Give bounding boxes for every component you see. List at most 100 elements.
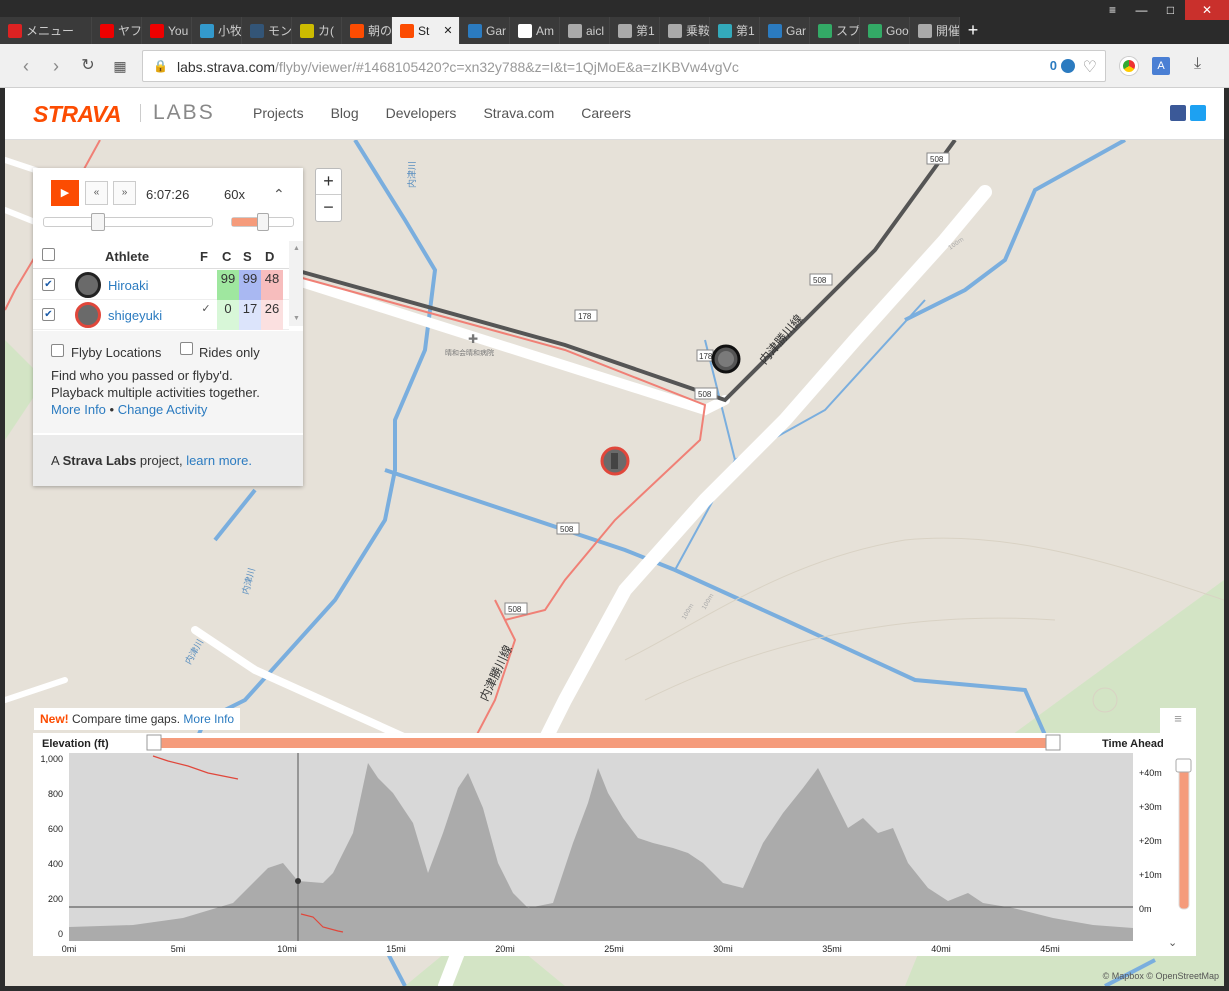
time-ahead-tick-label: +20m [1139, 836, 1162, 846]
forward-icon[interactable]: › [46, 56, 66, 76]
tab-favicon-icon [468, 23, 482, 38]
tab-16[interactable]: Goo [860, 17, 910, 44]
speed-slider-handle[interactable] [256, 213, 269, 231]
tab-7[interactable]: St ✕ [392, 17, 460, 44]
tab-close-icon[interactable]: ✕ [443, 24, 452, 37]
back-icon[interactable]: ‹ [16, 56, 36, 76]
timeline-slider[interactable] [43, 213, 213, 231]
athlete-stat-c: 99 [217, 270, 239, 300]
url-input[interactable]: 🔒 labs.strava.com/flyby/viewer/#14681054… [142, 50, 1106, 82]
new-badge: New! [40, 712, 69, 726]
play-button[interactable]: ▶ [51, 180, 79, 206]
tab-10[interactable]: aicl [560, 17, 610, 44]
nav-strava-com[interactable]: Strava.com [483, 105, 554, 121]
range-handle-right[interactable] [1045, 734, 1061, 751]
table-scrollbar[interactable]: ▲ ▼ [289, 241, 303, 326]
timeline-slider-handle[interactable] [90, 213, 105, 231]
reload-icon[interactable]: ↻ [78, 56, 98, 76]
facebook-icon[interactable] [1170, 105, 1186, 121]
bullet-separator: • [109, 402, 115, 417]
time-ahead-title: Time Ahead [1102, 738, 1164, 750]
athlete-marker-shigeyuki[interactable] [600, 446, 630, 476]
tab-label: 第1 [736, 24, 755, 38]
tab-0[interactable]: メニュー [0, 17, 92, 44]
new-tab-button[interactable]: + [960, 17, 986, 44]
speed-dial-icon[interactable]: ▦ [110, 56, 130, 76]
menu-icon[interactable]: ≡ [1098, 0, 1127, 20]
tab-13[interactable]: 第1 [710, 17, 760, 44]
tab-12[interactable]: 乗鞍 [660, 17, 710, 44]
tab-1[interactable]: ヤフ [92, 17, 142, 44]
road-number-badge: 508 [504, 602, 528, 615]
athlete-flyby-mark [195, 270, 217, 300]
adblock-icon[interactable] [1061, 58, 1075, 73]
athlete-row-1[interactable]: ✔ shigeyuki ✓ 0 17 26 [33, 300, 289, 330]
twitter-icon[interactable] [1190, 105, 1206, 121]
athlete-name[interactable]: Hiroaki [108, 278, 148, 293]
athlete-row-0[interactable]: ✔ Hiroaki 99 99 48 [33, 270, 289, 300]
translate-icon[interactable]: A [1152, 57, 1170, 75]
collapse-icon[interactable]: ⌃ [273, 186, 285, 203]
range-selector[interactable] [157, 738, 1057, 748]
download-icon[interactable]: ⤓ [1194, 55, 1201, 73]
rewind-button[interactable]: « [85, 181, 108, 205]
select-all-checkbox[interactable] [42, 248, 55, 261]
strava-logo[interactable]: STRAVA [33, 101, 122, 128]
hospital-icon: ✚ [468, 332, 478, 346]
svg-text:508: 508 [813, 276, 827, 285]
scroll-down-icon[interactable]: ⌄ [1168, 937, 1177, 949]
athlete-checkbox[interactable]: ✔ [42, 308, 55, 321]
nav-projects[interactable]: Projects [253, 105, 304, 121]
compare-more-info-link[interactable]: More Info [183, 712, 234, 726]
more-info-link[interactable]: More Info [51, 402, 106, 417]
nav-blog[interactable]: Blog [331, 105, 359, 121]
tab-17[interactable]: 開催 [910, 17, 960, 44]
tab-6[interactable]: 朝の [342, 17, 392, 44]
athlete-name[interactable]: shigeyuki [108, 308, 162, 323]
panel-menu-icon[interactable]: ≡ [1160, 708, 1196, 733]
change-activity-link[interactable]: Change Activity [118, 402, 208, 417]
tab-14[interactable]: Gar [760, 17, 810, 44]
heart-icon[interactable]: ♡ [1083, 57, 1097, 77]
tab-3[interactable]: 小牧 [192, 17, 242, 44]
maximize-button[interactable]: □ [1156, 0, 1185, 20]
tab-label: 朝の [368, 24, 392, 38]
tab-favicon-icon [818, 23, 832, 38]
road-number-badge: 508 [809, 273, 833, 286]
tab-9[interactable]: Am [510, 17, 560, 44]
tab-4[interactable]: モン [242, 17, 292, 44]
elevation-chart[interactable]: Elevation (ft) Time Ahead 1,000 800 600 400… [33, 713, 1196, 956]
tab-5[interactable]: カ( [292, 17, 342, 44]
minimize-button[interactable]: — [1127, 0, 1156, 20]
nav-developers[interactable]: Developers [386, 105, 457, 121]
zoom-out-button[interactable]: − [316, 195, 341, 221]
zoom-in-button[interactable]: + [316, 169, 341, 195]
col-f: F [200, 249, 208, 264]
athlete-checkbox[interactable]: ✔ [42, 278, 55, 291]
playback-controls: ▶ « » [51, 180, 136, 206]
close-window-button[interactable]: ✕ [1185, 0, 1229, 20]
tab-label: Gar [486, 23, 507, 38]
speed-slider[interactable] [231, 213, 294, 231]
rides-only-checkbox[interactable] [180, 342, 193, 355]
map-credit[interactable]: © Mapbox © OpenStreetMap [1103, 971, 1219, 981]
time-ahead-handle[interactable] [1175, 758, 1192, 773]
flyby-locations-checkbox[interactable] [51, 344, 64, 357]
tab-15[interactable]: スプ [810, 17, 860, 44]
tracker-badge[interactable]: 0 [1050, 58, 1057, 73]
labs-label[interactable]: LABS [153, 101, 215, 125]
athlete-marker-hiroaki[interactable] [711, 344, 741, 374]
tab-favicon-icon [350, 23, 364, 38]
tab-2[interactable]: You [142, 17, 192, 44]
x-tick-label: 25mi [604, 944, 624, 954]
time-ahead-scroll[interactable] [1178, 758, 1190, 910]
nav-careers[interactable]: Careers [581, 105, 631, 121]
river-label: 内津川 [406, 161, 418, 188]
road-number-badge: 508 [556, 522, 580, 535]
tab-8[interactable]: Gar [460, 17, 510, 44]
learn-more-link[interactable]: learn more. [186, 453, 252, 468]
forward-button[interactable]: » [113, 181, 136, 205]
tab-11[interactable]: 第1 [610, 17, 660, 44]
chrome-extension-icon[interactable] [1120, 57, 1138, 75]
range-handle-left[interactable] [146, 734, 162, 751]
